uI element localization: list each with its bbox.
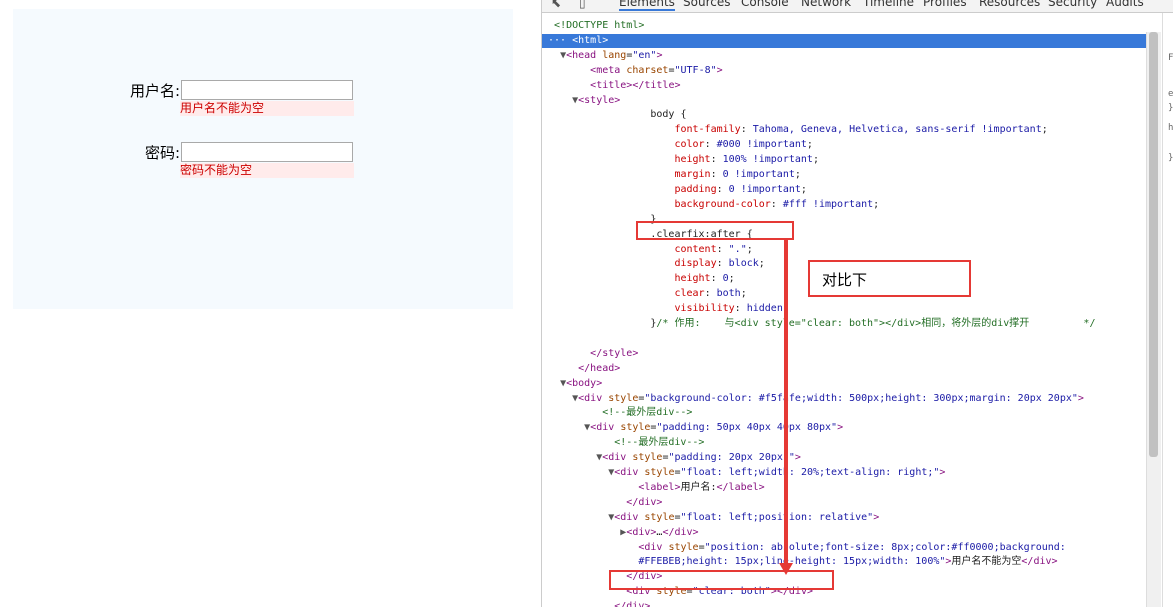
dom-tree-line[interactable]: <title></title> [542, 79, 680, 93]
tab-profiles[interactable]: Profiles [923, 0, 967, 9]
dom-tree-line[interactable]: margin: 0 !important; [542, 168, 800, 182]
dom-tree-line[interactable]: ▼<div style="float: left;position: relat… [542, 511, 879, 525]
dom-tree-line[interactable]: ▶<div>…</div> [542, 526, 698, 540]
dom-tree-line[interactable]: display: block; [542, 257, 764, 271]
dom-tree-line[interactable]: ▼<div style="float: left;width: 20%;text… [542, 466, 945, 480]
tab-security[interactable]: Security [1048, 0, 1097, 9]
dom-tree-line[interactable]: #FFEBEB;height: 15px;line-height: 15px;w… [542, 555, 1057, 569]
page-preview: 用户名: 用户名不能为空 密码: 密码不能为空 [0, 0, 541, 607]
annotation-note-text: 对比下 [822, 271, 868, 289]
devtools-toolbar: ⬉ ▯ Elements Sources Console Network Tim… [542, 0, 1173, 13]
tab-audits[interactable]: Audits [1106, 0, 1144, 9]
dom-tree-line[interactable]: ▼<body> [542, 377, 602, 391]
password-row: 密码: 密码不能为空 [13, 141, 513, 191]
tab-network[interactable]: Network [801, 0, 851, 9]
tab-timeline[interactable]: Timeline [863, 0, 914, 9]
dom-tree-line[interactable]: body { [542, 108, 686, 122]
tab-console[interactable]: Console [741, 0, 789, 9]
dom-tree-line[interactable]: ▼<head lang="en"> [542, 49, 662, 63]
username-error: 用户名不能为空 [180, 101, 354, 116]
dom-tree-scrollbar-thumb[interactable] [1149, 32, 1158, 457]
side-panel-glyph: F [1168, 53, 1173, 63]
tab-elements[interactable]: Elements [619, 0, 675, 11]
dom-tree-line[interactable]: <!DOCTYPE html> [542, 19, 644, 33]
dom-tree-line[interactable]: </head> [542, 362, 620, 376]
tab-sources[interactable]: Sources [683, 0, 730, 9]
annotation-note-box: 对比下 [808, 260, 971, 297]
annotation-arrow-shaft [784, 239, 788, 565]
clear-both-highlight-box [609, 570, 834, 590]
password-input[interactable] [181, 142, 353, 162]
device-mode-icon[interactable]: ▯ [579, 0, 586, 10]
tab-resources[interactable]: Resources [979, 0, 1040, 9]
dom-tree-line[interactable]: font-family: Tahoma, Geneva, Helvetica, … [542, 123, 1047, 137]
dom-tree-line[interactable]: clear: both; [542, 287, 746, 301]
password-label: 密码: [144, 144, 180, 162]
dom-tree-line[interactable]: <meta charset="UTF-8"> [542, 64, 723, 78]
side-panel-glyph: } [1168, 153, 1173, 163]
dom-tree-line[interactable]: visibility: hidden; [542, 302, 788, 316]
dom-tree[interactable]: <!DOCTYPE html> ··· <html> ▼<head lang="… [542, 13, 1147, 607]
styles-side-panel: Fe} h} [1162, 13, 1173, 607]
password-error: 密码不能为空 [180, 163, 354, 178]
dom-tree-line[interactable]: ··· <html> [542, 33, 1147, 48]
dom-tree-line[interactable]: <!--最外层div--> [542, 436, 704, 450]
dom-tree-line[interactable]: padding: 0 !important; [542, 183, 806, 197]
dom-tree-line[interactable]: height: 100% !important; [542, 153, 819, 167]
dom-tree-line[interactable]: <!--最外层div--> [542, 406, 692, 420]
dom-tree-line[interactable]: </style> [542, 347, 638, 361]
username-row: 用户名: 用户名不能为空 [13, 79, 513, 129]
dom-tree-line[interactable]: ▼<style> [542, 94, 620, 108]
annotation-arrow-head [779, 563, 793, 575]
dom-tree-line[interactable]: content: "."; [542, 243, 752, 257]
dom-tree-line[interactable]: height: 0; [542, 272, 734, 286]
inspect-cursor-icon[interactable]: ⬉ [551, 0, 561, 10]
dom-tree-line[interactable]: ▼<div style="padding: 20px 20px;"> [542, 451, 801, 465]
dom-tree-line[interactable] [542, 332, 554, 346]
clearfix-highlight-box [636, 221, 794, 240]
side-panel-glyph: e [1168, 89, 1173, 99]
dom-tree-line[interactable]: <div style="position: absolute;font-size… [542, 541, 1066, 555]
dom-tree-line[interactable]: background-color: #fff !important; [542, 198, 879, 212]
outer-panel: 用户名: 用户名不能为空 密码: 密码不能为空 [13, 9, 513, 309]
dom-tree-line[interactable]: color: #000 !important; [542, 138, 813, 152]
side-panel-glyph: h [1168, 123, 1173, 133]
username-input[interactable] [181, 80, 353, 100]
dom-tree-line[interactable]: </div> [542, 496, 662, 510]
username-error-text: 用户名不能为空 [180, 101, 265, 115]
side-panel-glyph: } [1168, 103, 1173, 113]
password-error-text: 密码不能为空 [180, 163, 253, 177]
dom-tree-line[interactable]: ▼<div style="background-color: #f5fafe;w… [542, 392, 1084, 406]
dom-tree-line[interactable]: </div> [542, 600, 650, 607]
devtools-panel: ⬉ ▯ Elements Sources Console Network Tim… [541, 0, 1173, 607]
username-label: 用户名: [129, 82, 180, 100]
dom-tree-line[interactable]: }/* 作用: 与<div style="clear: both"></div>… [542, 317, 1095, 331]
dom-tree-line[interactable]: ▼<div style="padding: 50px 40px 40px 80p… [542, 421, 843, 435]
dom-tree-line[interactable]: <label>用户名:</label> [542, 481, 764, 495]
dom-tree-scrollbar[interactable] [1146, 32, 1161, 607]
